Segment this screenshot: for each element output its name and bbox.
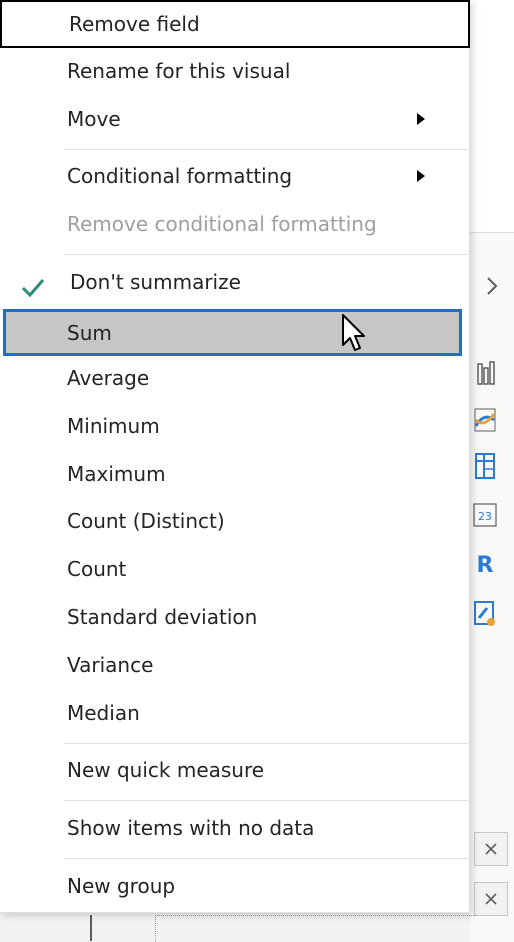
menu-item-remove-conditional-formatting: Remove conditional formatting bbox=[0, 200, 470, 248]
card-number: 23 bbox=[478, 510, 492, 523]
field-context-menu: Remove field Rename for this visual Move… bbox=[0, 0, 470, 913]
menu-item-label: New group bbox=[67, 874, 176, 898]
menu-item-count[interactable]: Count bbox=[0, 545, 470, 593]
submenu-arrow-icon bbox=[417, 113, 425, 125]
menu-item-sum[interactable]: Sum bbox=[3, 309, 462, 356]
menu-item-rename-for-this-visual[interactable]: Rename for this visual bbox=[0, 47, 470, 95]
menu-item-label: Standard deviation bbox=[67, 605, 258, 629]
menu-item-label: Median bbox=[67, 701, 140, 725]
menu-item-remove-field[interactable]: Remove field bbox=[0, 0, 470, 48]
menu-item-dont-summarize[interactable]: Don't summarize bbox=[0, 258, 470, 306]
drop-zone-outline bbox=[155, 915, 476, 942]
menu-item-label: Minimum bbox=[67, 414, 160, 438]
menu-item-minimum[interactable]: Minimum bbox=[0, 402, 470, 450]
menu-item-maximum[interactable]: Maximum bbox=[0, 450, 470, 498]
menu-item-label: Maximum bbox=[67, 462, 166, 486]
menu-item-median[interactable]: Median bbox=[0, 689, 470, 737]
bottom-divider bbox=[90, 915, 92, 941]
line-clustered-column-chart-icon[interactable] bbox=[470, 357, 500, 387]
ribbon-chart-icon[interactable] bbox=[470, 405, 500, 435]
card-visual-icon[interactable]: 23 bbox=[470, 500, 500, 530]
menu-item-label: Conditional formatting bbox=[67, 164, 293, 188]
r-script-visual-icon[interactable]: R bbox=[470, 550, 500, 580]
menu-separator bbox=[64, 149, 468, 150]
expand-pane-chevron-icon[interactable] bbox=[484, 271, 500, 301]
menu-item-label: Average bbox=[67, 366, 150, 390]
menu-separator bbox=[64, 858, 468, 859]
menu-separator bbox=[64, 743, 468, 744]
r-script-label: R bbox=[476, 552, 494, 578]
menu-item-label: Don't summarize bbox=[70, 270, 241, 294]
menu-item-label: Remove field bbox=[69, 12, 200, 36]
menu-item-standard-deviation[interactable]: Standard deviation bbox=[0, 593, 470, 641]
menu-item-label: Sum bbox=[67, 320, 112, 345]
menu-item-count-distinct[interactable]: Count (Distinct) bbox=[0, 497, 470, 545]
menu-item-label: Count (Distinct) bbox=[67, 509, 225, 533]
python-visual-icon[interactable] bbox=[470, 598, 500, 628]
menu-item-label: Move bbox=[67, 107, 121, 131]
remove-field-close-icon[interactable] bbox=[474, 832, 508, 866]
pane-header-area bbox=[470, 0, 514, 232]
menu-item-new-group[interactable]: New group bbox=[0, 862, 470, 910]
menu-item-variance[interactable]: Variance bbox=[0, 641, 470, 689]
menu-item-label: New quick measure bbox=[67, 758, 265, 782]
menu-item-show-items-with-no-data[interactable]: Show items with no data bbox=[0, 804, 470, 852]
menu-item-label: Remove conditional formatting bbox=[67, 212, 377, 236]
menu-separator bbox=[64, 800, 468, 801]
menu-separator bbox=[64, 254, 468, 255]
menu-item-label: Show items with no data bbox=[67, 816, 315, 840]
remove-field-close-icon-2[interactable] bbox=[474, 882, 508, 916]
menu-item-label: Count bbox=[67, 557, 127, 581]
menu-item-conditional-formatting[interactable]: Conditional formatting bbox=[0, 152, 470, 200]
menu-item-average[interactable]: Average bbox=[0, 354, 470, 402]
menu-item-new-quick-measure[interactable]: New quick measure bbox=[0, 746, 470, 794]
menu-item-label: Rename for this visual bbox=[67, 59, 291, 83]
menu-item-move[interactable]: Move bbox=[0, 95, 470, 143]
submenu-arrow-icon bbox=[417, 170, 425, 182]
matrix-visual-icon[interactable] bbox=[470, 451, 500, 481]
menu-item-label: Variance bbox=[67, 653, 154, 677]
